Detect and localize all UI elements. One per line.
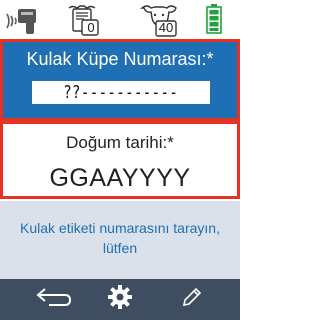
settings-icon: [107, 284, 133, 315]
bottom-bar: [0, 279, 240, 320]
hint-text: Kulak etiketi numarasını tarayın, lütfen: [20, 220, 220, 256]
edit-icon: [180, 285, 204, 314]
eartag-label: Kulak Küpe Numarası:*: [26, 49, 214, 69]
records-count: 0: [87, 20, 95, 35]
settings-button[interactable]: [100, 279, 140, 320]
scanner-signal-icon: [4, 2, 40, 41]
cattle-count: 40: [158, 20, 174, 35]
eartag-input[interactable]: ??-----------: [32, 81, 210, 104]
battery-icon: [206, 4, 222, 39]
status-bar: 0 40: [0, 0, 240, 39]
eartag-field[interactable]: Kulak Küpe Numarası:* ??-----------: [0, 39, 240, 121]
back-button[interactable]: [30, 279, 80, 320]
hint-panel: Kulak etiketi numarasını tarayın, lütfen: [0, 199, 240, 279]
eartag-value: ??-----------: [63, 82, 179, 103]
back-icon: [35, 285, 75, 314]
birth-date-field[interactable]: Doğum tarihi:* GGAAYYYY: [0, 121, 240, 199]
birth-date-label: Doğum tarihi:*: [66, 133, 174, 152]
birth-date-format: GGAAYYYY: [49, 164, 191, 192]
edit-button[interactable]: [172, 279, 212, 320]
